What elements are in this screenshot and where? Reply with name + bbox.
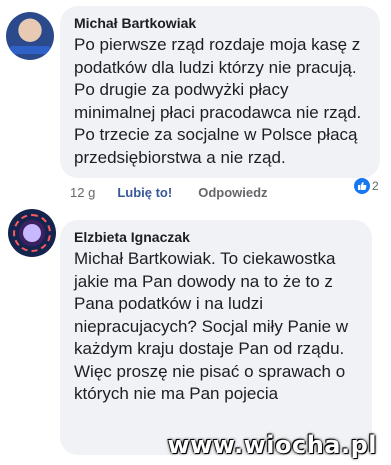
reply-button[interactable]: Odpowiedz xyxy=(198,185,267,200)
thumbs-up-icon xyxy=(354,178,370,194)
avatar[interactable] xyxy=(6,12,54,60)
reaction-count-value: 2 xyxy=(372,179,379,193)
comment-text: Michał Bartkowiak. To ciekawostka jakie … xyxy=(74,249,349,403)
watermark: www.wiocha.pl xyxy=(167,431,377,459)
comment-bubble: Elzbieta Ignaczak Michał Bartkowiak. To … xyxy=(60,220,372,455)
comment-timestamp[interactable]: 12 g xyxy=(70,185,95,200)
comment-author[interactable]: Michał Bartkowiak xyxy=(74,15,366,31)
like-button[interactable]: Lubię to! xyxy=(117,185,172,200)
avatar-core xyxy=(23,224,41,242)
comment-actions: 12 g Lubię to! Odpowiedz xyxy=(70,182,268,202)
avatar[interactable] xyxy=(8,209,56,257)
avatar-banner xyxy=(10,46,50,54)
reaction-count[interactable]: 2 xyxy=(354,177,379,195)
comment-bubble: Michał Bartkowiak Po pierwsze rząd rozda… xyxy=(60,6,380,178)
comment-text: Po pierwsze rząd rozdaje moja kasę z pod… xyxy=(74,35,362,167)
comment-author[interactable]: Elzbieta Ignaczak xyxy=(74,229,358,245)
